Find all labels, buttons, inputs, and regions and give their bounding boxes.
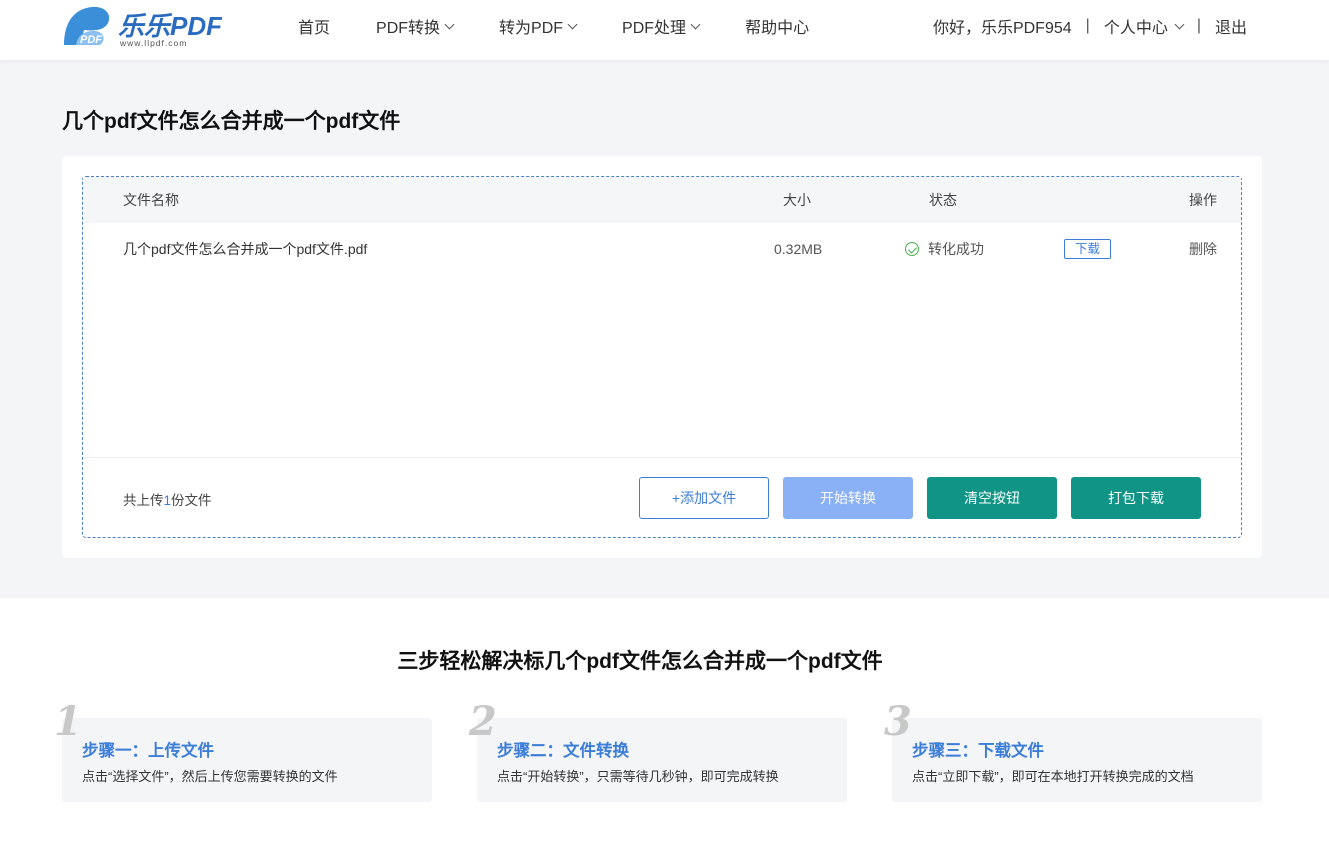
download-button[interactable]: 下载 — [1064, 239, 1112, 259]
count-prefix: 共上传 — [123, 493, 164, 508]
header-size: 大小 — [783, 192, 811, 208]
count-suffix: 份文件 — [171, 493, 212, 508]
step-number: 2 — [469, 698, 497, 745]
svg-text:www.llpdf.com: www.llpdf.com — [119, 38, 187, 48]
pack-download-button[interactable]: 打包下载 — [1071, 477, 1201, 519]
file-status: 转化成功 — [905, 239, 984, 259]
clear-button[interactable]: 清空按钮 — [927, 477, 1057, 519]
start-convert-button[interactable]: 开始转换 — [783, 477, 913, 519]
step-number: 3 — [884, 698, 912, 745]
top-header: PDF 乐乐PDF www.llpdf.com 首页 PDF转换 转为PDF P… — [0, 0, 1329, 60]
table-row: 几个pdf文件怎么合并成一个pdf文件.pdf 0.32MB 转化成功 下载 删… — [83, 227, 1241, 271]
file-name: 几个pdf文件怎么合并成一个pdf文件.pdf — [123, 241, 368, 257]
nav-home[interactable]: 首页 — [298, 14, 330, 38]
nav-pdf-convert[interactable]: PDF转换 — [376, 14, 455, 38]
step-number: 1 — [54, 698, 82, 745]
delete-button[interactable]: 删除 — [1189, 239, 1217, 259]
step-card-1: 1 步骤一：上传文件 点击“选择文件”，然后上传您需要转换的文件 — [54, 698, 432, 802]
chevron-down-icon — [690, 19, 701, 29]
divider — [83, 457, 1241, 458]
upload-card: 文件名称 大小 状态 操作 几个pdf文件怎么合并成一个pdf文件.pdf 0.… — [62, 156, 1262, 558]
nav-pdf-process-label: PDF处理 — [622, 20, 687, 37]
nav-pdf-process[interactable]: PDF处理 — [622, 14, 701, 38]
header-operation: 操作 — [1189, 192, 1217, 208]
nav-pdf-convert-label: PDF转换 — [376, 20, 441, 37]
file-size: 0.32MB — [774, 241, 823, 257]
check-circle-icon — [905, 242, 919, 256]
logout-link[interactable]: 退出 — [1215, 14, 1247, 38]
user-center-link[interactable]: 个人中心 — [1104, 14, 1168, 38]
upload-count: 共上传1份文件 — [123, 489, 212, 509]
nav-help[interactable]: 帮助中心 — [745, 14, 809, 38]
step-title: 步骤三：下载文件 — [912, 742, 1044, 760]
step-card-2: 2 步骤二：文件转换 点击“开始转换”，只需等待几秒钟，即可完成转换 — [469, 698, 847, 802]
svg-text:乐乐PDF: 乐乐PDF — [118, 11, 222, 41]
user-greeting: 你好，乐乐PDF954 — [932, 20, 1072, 37]
header-filename: 文件名称 — [123, 192, 179, 208]
count-number: 1 — [163, 493, 172, 508]
chevron-down-icon[interactable] — [1174, 19, 1185, 29]
add-file-button[interactable]: +添加文件 — [639, 477, 769, 519]
chevron-down-icon — [567, 19, 578, 29]
brand-logo[interactable]: PDF 乐乐PDF www.llpdf.com — [62, 5, 223, 49]
nav-to-pdf[interactable]: 转为PDF — [499, 14, 578, 38]
separator: | — [1085, 17, 1090, 34]
nav-home-label: 首页 — [298, 20, 331, 37]
main-nav: 首页 PDF转换 转为PDF PDF处理 帮助中心 — [298, 0, 855, 52]
step-description: 点击“开始转换”，只需等待几秒钟，即可完成转换 — [497, 769, 779, 784]
nav-to-pdf-label: 转为PDF — [499, 20, 564, 37]
step-description: 点击“立即下载”，即可在本地打开转换完成的文档 — [912, 769, 1194, 784]
nav-help-label: 帮助中心 — [745, 20, 810, 37]
separator: | — [1196, 17, 1201, 34]
logo-mark-icon: PDF 乐乐PDF www.llpdf.com — [64, 6, 223, 48]
chevron-down-icon — [444, 19, 455, 29]
status-text: 转化成功 — [928, 241, 984, 257]
step-title: 步骤一：上传文件 — [82, 742, 214, 760]
svg-text:PDF: PDF — [80, 34, 102, 46]
header-status: 状态 — [929, 192, 957, 208]
step-card-3: 3 步骤三：下载文件 点击“立即下载”，即可在本地打开转换完成的文档 — [884, 698, 1262, 802]
file-dropzone[interactable]: 文件名称 大小 状态 操作 几个pdf文件怎么合并成一个pdf文件.pdf 0.… — [82, 176, 1242, 538]
step-title: 步骤二：文件转换 — [497, 742, 629, 760]
user-area: 你好，乐乐PDF954 | 个人中心 | 退出 — [933, 0, 1247, 52]
steps-title: 三步轻松解决标几个pdf文件怎么合并成一个pdf文件 — [397, 650, 883, 673]
page-title: 几个pdf文件怎么合并成一个pdf文件 — [62, 110, 401, 133]
step-description: 点击“选择文件”，然后上传您需要转换的文件 — [82, 769, 338, 784]
table-header: 文件名称 大小 状态 操作 — [83, 177, 1241, 223]
